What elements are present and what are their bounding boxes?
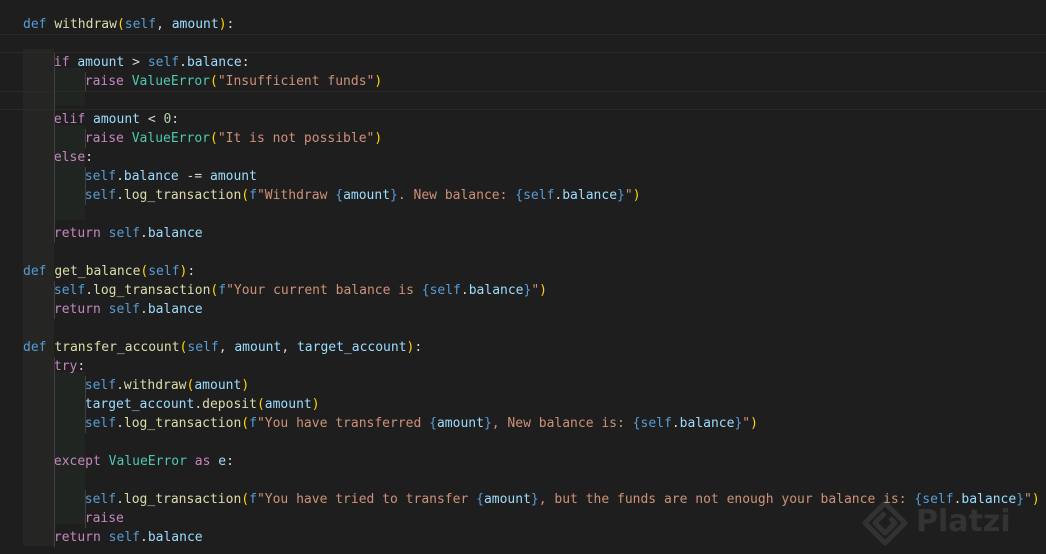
code-line[interactable]: except ValueError as e: bbox=[0, 452, 1046, 471]
code-line[interactable]: self.log_transaction(f"You have transfer… bbox=[0, 414, 1046, 433]
indent-guide bbox=[85, 490, 86, 528]
code-text: elif amount < 0: bbox=[53, 112, 180, 127]
code-text: except ValueError as e: bbox=[53, 454, 234, 469]
code-line[interactable]: self.balance -= amount bbox=[0, 167, 1046, 186]
code-text: return self.balance bbox=[53, 302, 203, 317]
code-text: return self.balance bbox=[53, 226, 203, 241]
indent-guide bbox=[85, 72, 86, 91]
watermark-brand: Platzi bbox=[916, 504, 1011, 539]
code-line[interactable]: def get_balance(self): bbox=[0, 262, 1046, 281]
code-line[interactable]: target_account.deposit(amount) bbox=[0, 395, 1046, 414]
code-line[interactable] bbox=[0, 433, 1046, 452]
code-text: self.withdraw(amount) bbox=[84, 378, 250, 393]
platzi-logo-icon bbox=[862, 500, 908, 546]
code-line[interactable] bbox=[0, 319, 1046, 338]
code-line[interactable]: else: bbox=[0, 148, 1046, 167]
code-editor[interactable]: def withdraw(self, amount): if amount > s… bbox=[0, 0, 1046, 554]
code-line[interactable]: raise ValueError("Insufficient funds") bbox=[0, 72, 1046, 91]
code-text: else: bbox=[53, 150, 94, 165]
code-line[interactable]: self.withdraw(amount) bbox=[0, 376, 1046, 395]
code-line[interactable] bbox=[0, 34, 1046, 53]
code-line[interactable]: elif amount < 0: bbox=[0, 110, 1046, 129]
code-text: if amount > self.balance: bbox=[53, 55, 250, 70]
code-text: self.log_transaction(f"Withdraw {amount}… bbox=[84, 188, 641, 203]
code-text: def withdraw(self, amount): bbox=[23, 17, 235, 32]
code-text: raise bbox=[84, 511, 124, 526]
indent-guide bbox=[85, 129, 86, 148]
code-line[interactable] bbox=[0, 243, 1046, 262]
code-line[interactable]: raise ValueError("It is not possible") bbox=[0, 129, 1046, 148]
code-line[interactable]: try: bbox=[0, 357, 1046, 376]
code-text: return self.balance bbox=[53, 530, 203, 545]
code-text: self.log_transaction(f"Your current bala… bbox=[53, 283, 547, 298]
indent-guide bbox=[54, 281, 55, 319]
code-line[interactable] bbox=[0, 205, 1046, 224]
code-line[interactable] bbox=[0, 91, 1046, 110]
code-text: self.log_transaction(f"You have transfer… bbox=[84, 416, 758, 431]
code-line[interactable]: return self.balance bbox=[0, 300, 1046, 319]
code-text: raise ValueError("It is not possible") bbox=[84, 131, 383, 146]
code-line[interactable]: if amount > self.balance: bbox=[0, 53, 1046, 72]
code-line[interactable]: self.log_transaction(f"Withdraw {amount}… bbox=[0, 186, 1046, 205]
code-text: def get_balance(self): bbox=[23, 264, 196, 279]
platzi-watermark: Platzi bbox=[862, 496, 1042, 548]
code-line[interactable] bbox=[0, 471, 1046, 490]
code-text: target_account.deposit(amount) bbox=[84, 397, 320, 412]
indent-guide bbox=[85, 376, 86, 433]
code-line[interactable]: def withdraw(self, amount): bbox=[0, 15, 1046, 34]
code-line[interactable]: def transfer_account(self, amount, targe… bbox=[0, 338, 1046, 357]
code-text: raise ValueError("Insufficient funds") bbox=[84, 74, 383, 89]
code-text: try: bbox=[53, 359, 86, 374]
indent-guide bbox=[85, 167, 86, 205]
code-line[interactable]: return self.balance bbox=[0, 224, 1046, 243]
code-text: def transfer_account(self, amount, targe… bbox=[23, 340, 423, 355]
indent-guide bbox=[54, 357, 55, 547]
code-line[interactable]: self.log_transaction(f"Your current bala… bbox=[0, 281, 1046, 300]
indent-guide bbox=[54, 53, 55, 243]
code-text: self.balance -= amount bbox=[84, 169, 257, 184]
